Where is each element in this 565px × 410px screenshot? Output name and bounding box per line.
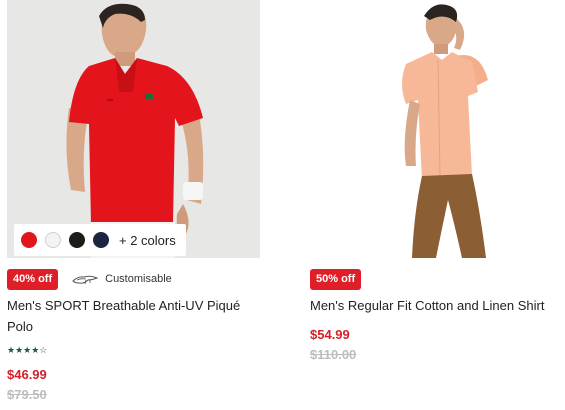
product-image[interactable]: + 2 colors: [7, 0, 260, 258]
sale-price: $46.99: [7, 367, 47, 382]
rating-stars: ★★★★☆: [7, 345, 48, 355]
product-title[interactable]: Men's Regular Fit Cotton and Linen Shirt: [310, 295, 565, 316]
original-price: $79.50: [7, 387, 47, 402]
product-image[interactable]: [310, 0, 563, 258]
customisable-label: Customisable: [105, 273, 172, 285]
polo-shirt-photo: [7, 0, 260, 258]
crocodile-icon: [72, 275, 99, 285]
product-card[interactable]: 50% off Men's Regular Fit Cotton and Lin…: [310, 0, 563, 362]
product-card[interactable]: + 2 colors 40% off Customisable Men's SP…: [7, 0, 260, 402]
linen-shirt-photo: [310, 0, 563, 258]
color-swatches: + 2 colors: [14, 224, 186, 256]
swatch-white[interactable]: [45, 232, 61, 248]
sale-price: $54.99: [310, 327, 350, 342]
swatch-navy[interactable]: [93, 232, 109, 248]
badge-row: 40% off Customisable: [7, 268, 172, 290]
swatch-red[interactable]: [21, 232, 37, 248]
badge-row: 50% off: [310, 268, 362, 290]
original-price: $110.00: [310, 347, 357, 362]
more-colors-link[interactable]: + 2 colors: [119, 233, 176, 248]
product-title[interactable]: Men's SPORT Breathable Anti-UV Piqué Pol…: [7, 295, 262, 337]
swatch-black[interactable]: [69, 232, 85, 248]
discount-badge: 50% off: [310, 268, 362, 290]
discount-badge: 40% off: [7, 268, 59, 290]
